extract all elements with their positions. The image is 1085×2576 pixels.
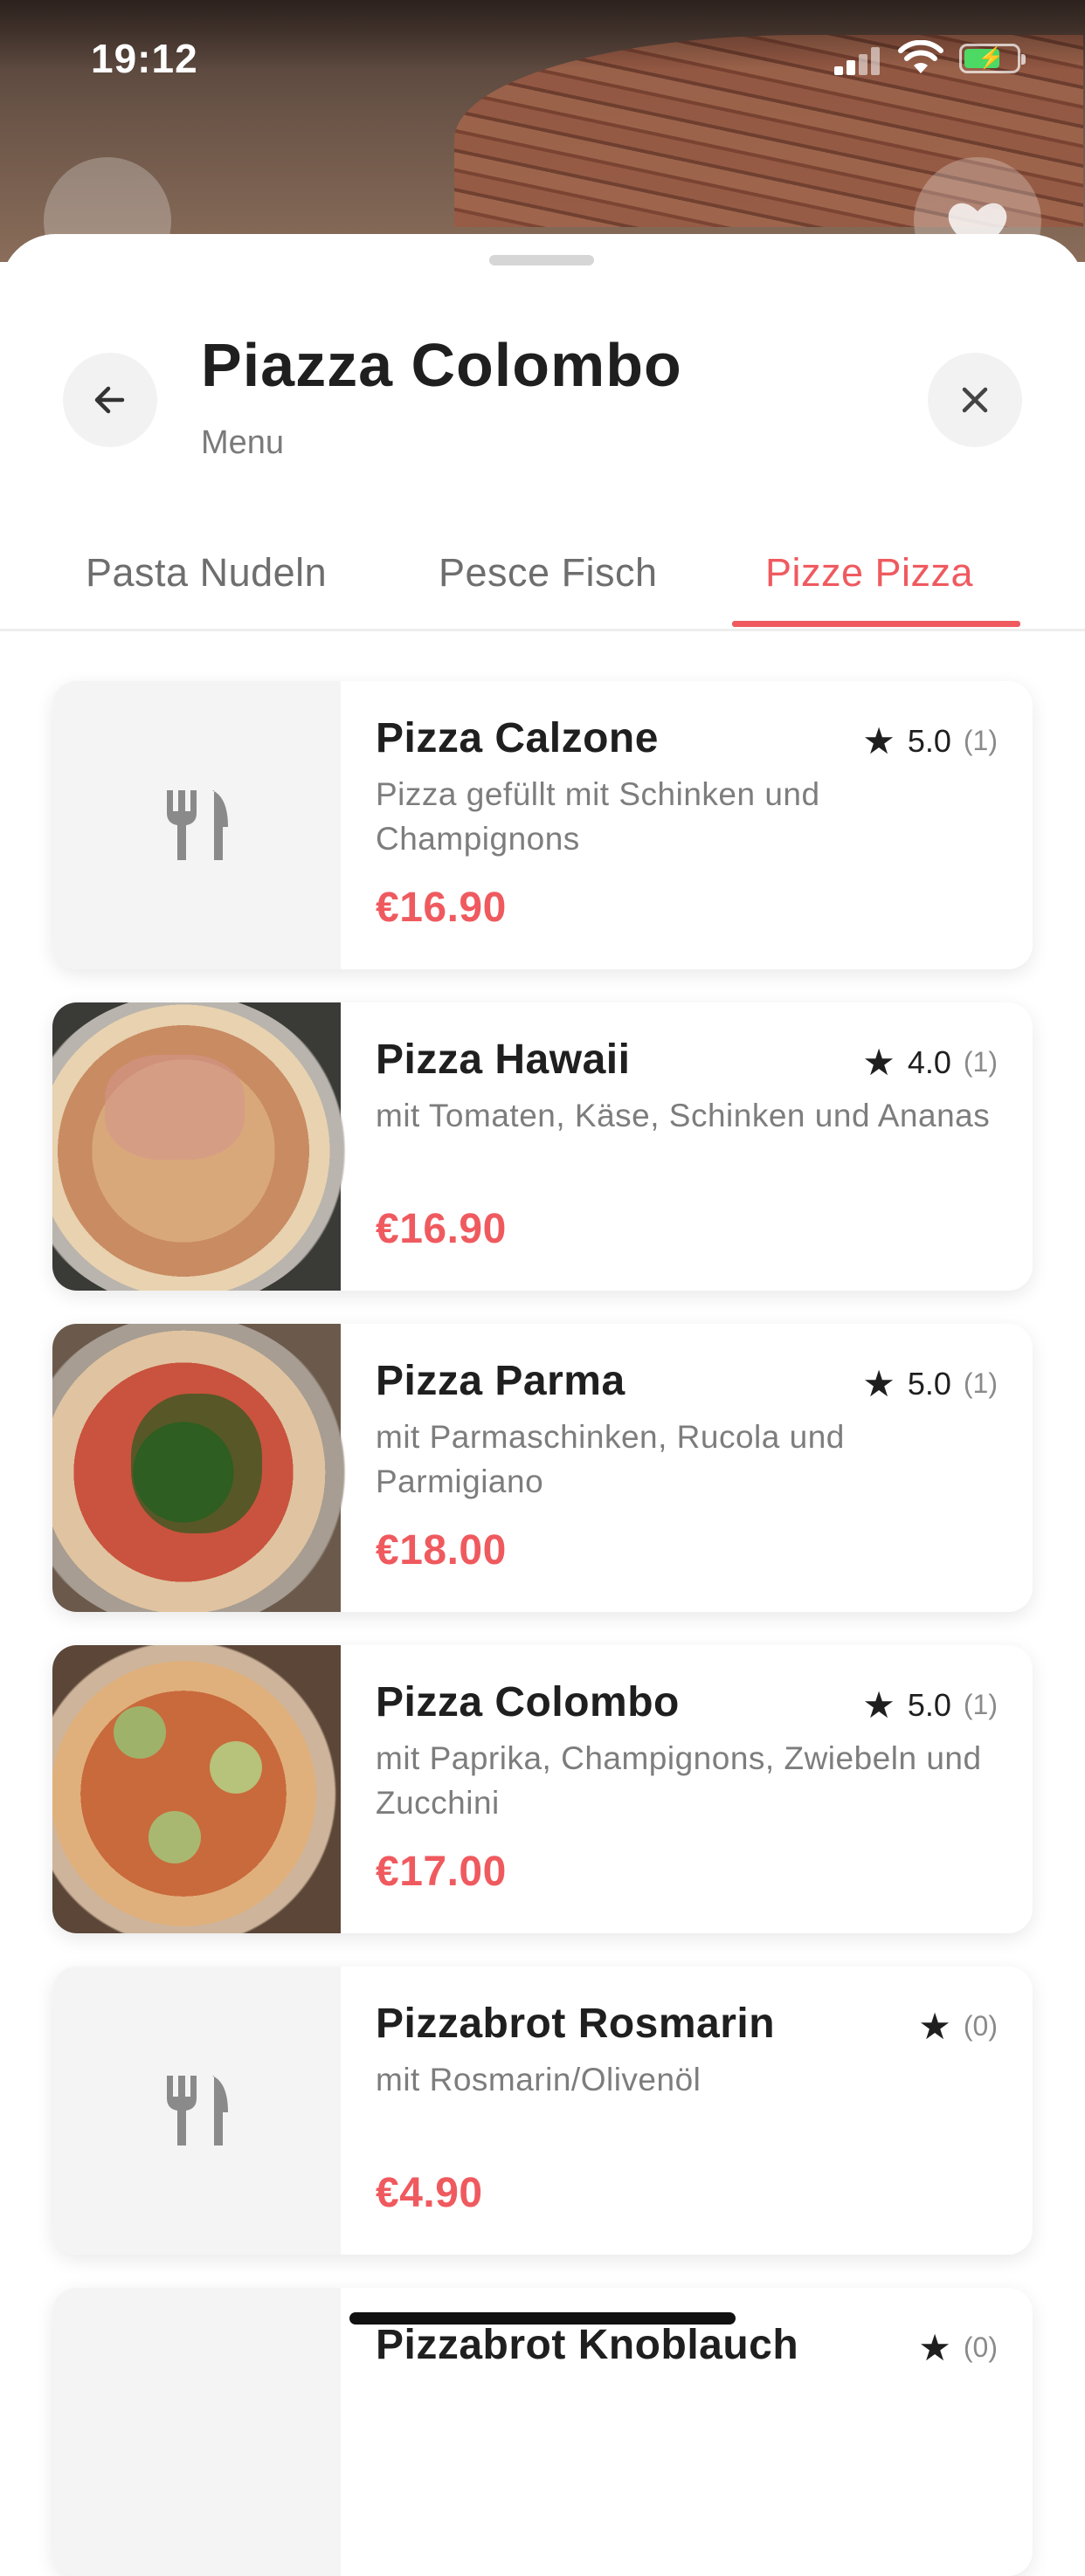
menu-item-card[interactable]: Pizza Colombo ★ 5.0 (1) mit Paprika, Cha… [52, 1645, 1033, 1933]
star-icon: ★ [918, 2327, 951, 2368]
tab-pizze-pizza[interactable]: Pizze Pizza [765, 550, 973, 596]
item-photo [52, 1002, 349, 1291]
active-tab-indicator [732, 621, 1020, 627]
menu-item-card[interactable]: Pizzabrot Rosmarin ★ (0) mit Rosmarin/Ol… [52, 1966, 1033, 2255]
menu-item-card[interactable]: Pizza Calzone ★ 5.0 (1) Pizza gefüllt mi… [52, 681, 1033, 969]
item-name: Pizzabrot Knoblauch [376, 2322, 799, 2368]
item-name: Pizza Hawaii [376, 1037, 631, 1083]
item-name: Pizza Colombo [376, 1679, 680, 1725]
page-subtitle: Menu [201, 424, 285, 461]
item-description: Pizza gefüllt mit Schinken und Champigno… [376, 776, 820, 857]
rating-value: 5.0 [907, 1365, 951, 1402]
rating-value: 5.0 [907, 722, 951, 759]
category-tabs: Pasta Nudeln Pesce Fisch Pizze Pizza [0, 538, 1085, 631]
item-name: Pizza Parma [376, 1358, 625, 1404]
item-rating: ★ 5.0 (1) [862, 1362, 998, 1405]
star-icon: ★ [862, 1363, 895, 1404]
rating-count: (1) [963, 1046, 998, 1078]
sheet-grabber[interactable] [489, 255, 594, 265]
fork-knife-icon [167, 2076, 228, 2146]
cellular-signal-icon [834, 45, 883, 75]
star-icon: ★ [862, 1042, 895, 1083]
item-price: €16.90 [376, 1206, 507, 1252]
menu-item-card[interactable]: Pizzabrot Knoblauch ★ (0) [52, 2288, 1033, 2576]
item-description: mit Paprika, Champignons, Zwiebeln und Z… [376, 1740, 982, 1821]
item-price: €4.90 [376, 2170, 483, 2216]
item-photo [52, 1645, 349, 1933]
item-rating: ★ 5.0 (1) [862, 720, 998, 762]
item-description: mit Tomaten, Käse, Schinken und Ananas [376, 1098, 991, 1133]
item-description: mit Rosmarin/Olivenöl [376, 2062, 701, 2097]
tab-pesce-fisch[interactable]: Pesce Fisch [439, 550, 658, 596]
status-bar: 19:12 ⚡ [0, 0, 1085, 114]
item-rating: ★ (0) [918, 2005, 998, 2048]
rating-count: (1) [963, 1367, 998, 1399]
item-price: €16.90 [376, 885, 507, 931]
menu-item-card[interactable]: Pizza Parma ★ 5.0 (1) mit Parmaschinken,… [52, 1324, 1033, 1612]
item-image-placeholder [52, 681, 341, 969]
rating-count: (0) [963, 2331, 998, 2363]
rating-value: 5.0 [907, 1686, 951, 1723]
star-icon: ★ [862, 1684, 895, 1725]
item-description: mit Parmaschinken, Rucola und Parmigiano [376, 1419, 845, 1499]
item-image-placeholder [52, 1966, 341, 2255]
item-price: €18.00 [376, 1527, 507, 1574]
menu-item-card[interactable]: Pizza Hawaii ★ 4.0 (1) mit Tomaten, Käse… [52, 1002, 1033, 1291]
arrow-left-icon [94, 386, 125, 414]
back-button[interactable] [63, 353, 157, 447]
item-image-placeholder [52, 2288, 341, 2576]
item-rating: ★ 5.0 (1) [862, 1684, 998, 1726]
star-icon: ★ [918, 2006, 951, 2047]
rating-count: (1) [963, 1689, 998, 1720]
battery-icon: ⚡ [959, 44, 1026, 73]
fork-knife-icon [167, 790, 228, 860]
item-price: €17.00 [376, 1849, 507, 1895]
home-indicator[interactable] [349, 2312, 736, 2325]
item-name: Pizzabrot Rosmarin [376, 2001, 776, 2047]
item-rating: ★ (0) [918, 2326, 998, 2369]
rating-value: 4.0 [907, 1043, 951, 1080]
wifi-icon [898, 40, 943, 73]
item-photo [52, 1324, 349, 1612]
status-time: 19:12 [91, 36, 198, 81]
rating-count: (1) [963, 725, 998, 756]
item-rating: ★ 4.0 (1) [862, 1041, 998, 1084]
star-icon: ★ [862, 720, 895, 761]
page-title: Piazza Colombo [201, 331, 682, 399]
rating-count: (0) [963, 2010, 998, 2042]
item-name: Pizza Calzone [376, 715, 659, 761]
close-icon [962, 387, 988, 413]
close-button[interactable] [928, 353, 1022, 447]
tab-pasta-nudeln[interactable]: Pasta Nudeln [86, 550, 327, 596]
